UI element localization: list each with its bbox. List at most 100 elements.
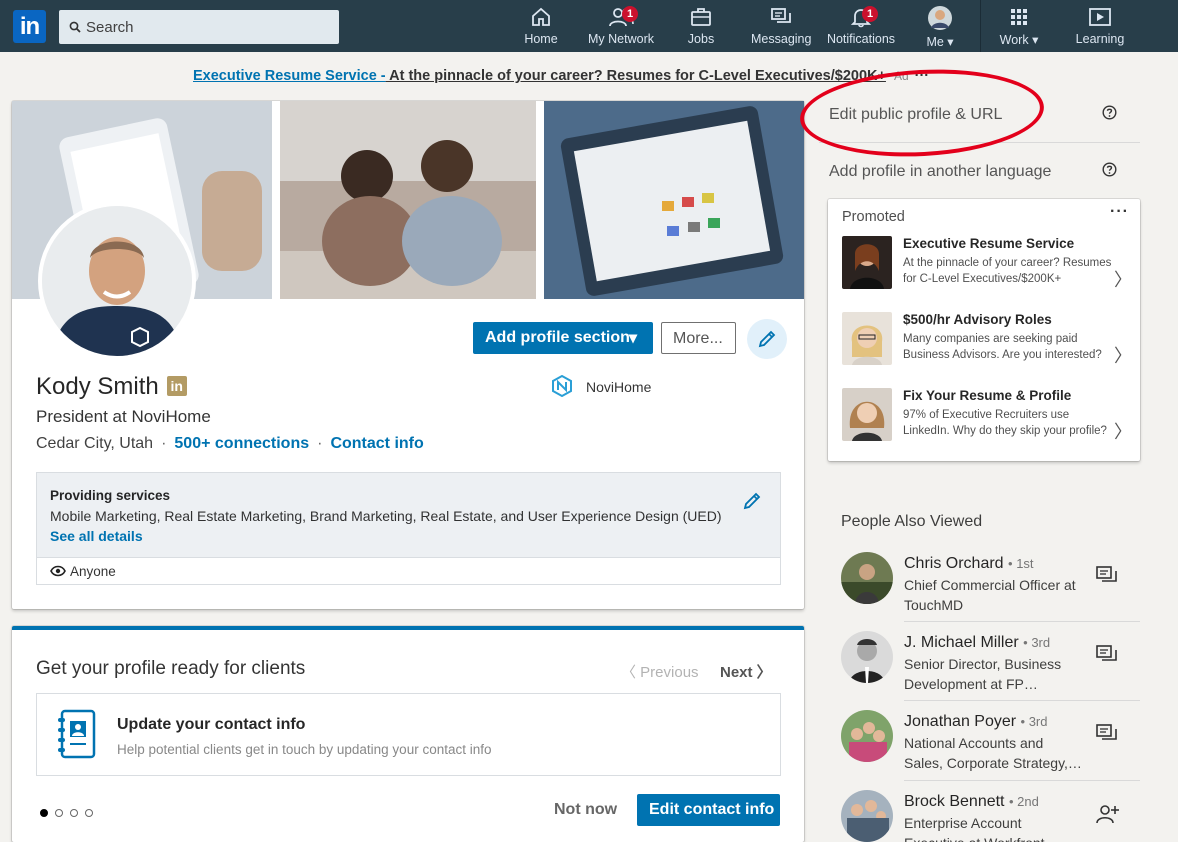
pencil-icon (758, 330, 776, 348)
linkedin-logo-icon[interactable]: in (13, 10, 46, 43)
profile-photo (42, 206, 192, 356)
clients-card: Get your profile ready for clients 〈 Pre… (12, 626, 804, 842)
ad-text[interactable]: At the pinnacle of your career? Resumes … (386, 68, 886, 84)
chevron-right-icon: 〉 (1114, 346, 1132, 366)
ad-banner[interactable]: Executive Resume Service - At the pinnac… (193, 68, 929, 84)
nav-me[interactable]: Me ▾ (920, 6, 960, 52)
person-divider (904, 700, 1140, 701)
message-icon[interactable] (1096, 645, 1118, 665)
task-description: Help potential clients get in touch by u… (117, 742, 492, 757)
carousel-dots (40, 804, 100, 822)
person-avatar (841, 552, 893, 604)
carousel-dot-4[interactable] (85, 809, 93, 817)
next-label: Next (720, 664, 753, 681)
nav-home[interactable]: Home (520, 6, 562, 52)
connect-icon[interactable] (1096, 804, 1120, 824)
help-icon[interactable] (1102, 105, 1117, 120)
add-profile-section-button[interactable]: Add profile section ▾ (473, 322, 653, 354)
services-list: Mobile Marketing, Real Estate Marketing,… (50, 508, 722, 524)
search-box[interactable]: Search (59, 10, 339, 44)
edit-intro-button[interactable] (747, 319, 787, 359)
chevron-right-icon: 〉 (1114, 270, 1132, 290)
person-headline: National Accounts and Sales, Corporate S… (904, 735, 1082, 771)
carousel-dot-2[interactable] (55, 809, 63, 817)
edit-contact-info-button[interactable]: Edit contact info (637, 794, 780, 826)
nav-work[interactable]: Work ▾ (994, 6, 1044, 52)
person-card[interactable]: Chris Orchard • 1st Chief Commercial Off… (841, 552, 1141, 630)
address-book-icon (58, 709, 96, 759)
messaging-icon (771, 8, 791, 23)
promoted-item[interactable]: Fix Your Resume & Profile 97% of Executi… (842, 388, 1132, 458)
person-name[interactable]: Chris Orchard • 1st (904, 555, 1034, 573)
person-degree: • 2nd (1008, 794, 1039, 809)
person-avatar (841, 631, 893, 683)
novihome-logo-icon (552, 374, 572, 398)
promoted-item-image (842, 236, 892, 289)
promoted-item[interactable]: Executive Resume Service At the pinnacle… (842, 236, 1132, 306)
contact-info-task[interactable]: Update your contact info Help potential … (36, 693, 781, 776)
person-card[interactable]: Brock Bennett • 2nd Enterprise Account E… (841, 790, 1141, 842)
carousel-dot-1[interactable] (40, 809, 48, 817)
person-headline: Chief Commercial Officer at TouchMD (904, 577, 1076, 613)
home-icon (532, 7, 550, 26)
nav-learning[interactable]: Learning (1074, 6, 1126, 52)
promoted-item-image (842, 388, 892, 441)
nav-jobs-label: Jobs (687, 32, 715, 46)
profile-headline: President at NoviHome (36, 407, 211, 426)
nav-jobs[interactable]: Jobs (684, 6, 718, 52)
person-name-text: Jonathan Poyer (904, 713, 1017, 730)
promoted-item-desc: At the pinnacle of your career? Resumes … (903, 257, 1112, 285)
add-profile-language-link[interactable]: Add profile in another language (829, 163, 1051, 181)
person-card[interactable]: J. Michael Miller • 3rd Senior Director,… (841, 631, 1141, 709)
nav-my-network[interactable]: 1 My Network (586, 6, 656, 52)
person-avatar (841, 710, 893, 762)
promoted-title: Promoted (842, 209, 905, 225)
profile-avatar[interactable] (38, 202, 196, 360)
more-button[interactable]: More... (661, 322, 736, 354)
help-icon[interactable] (1102, 162, 1117, 177)
person-divider (904, 621, 1140, 622)
carousel-dot-3[interactable] (70, 809, 78, 817)
nav-notifications-label: Notifications (826, 32, 896, 46)
promoted-item-image (842, 312, 892, 365)
promoted-item-title: Fix Your Resume & Profile (903, 388, 1072, 403)
nav-home-label: Home (524, 32, 558, 46)
nav-messaging[interactable]: Messaging (751, 6, 811, 52)
services-visibility[interactable]: Anyone (36, 557, 781, 585)
promoted-item-desc: 97% of Executive Recruiters use LinkedIn… (903, 409, 1107, 437)
connections-link[interactable]: 500+ connections (174, 435, 309, 452)
see-all-details-link[interactable]: See all details (50, 528, 143, 544)
ad-link[interactable]: Executive Resume Service - (193, 68, 386, 84)
company-name: NoviHome (586, 379, 652, 395)
person-name[interactable]: Jonathan Poyer • 3rd (904, 713, 1048, 731)
top-nav: in Search Home 1 My Network Jobs Messagi… (0, 0, 1178, 52)
message-icon[interactable] (1096, 724, 1118, 744)
person-name[interactable]: Brock Bennett • 2nd (904, 793, 1039, 811)
promoted-more-icon[interactable]: ··· (1110, 203, 1129, 221)
profile-card: Add profile section ▾ More... Kody Smith… (12, 101, 804, 609)
contact-info-link[interactable]: Contact info (330, 435, 423, 452)
promoted-item[interactable]: $500/hr Advisory Roles Many companies ar… (842, 312, 1132, 382)
search-icon (69, 21, 81, 33)
me-avatar-icon (928, 6, 952, 30)
person-headline: Enterprise Account Executive at Workfron… (904, 815, 1045, 842)
pencil-icon[interactable] (742, 491, 762, 511)
person-headline: Senior Director, Business Development at… (904, 656, 1062, 692)
not-now-button[interactable]: Not now (554, 801, 617, 819)
person-card[interactable]: Jonathan Poyer • 3rd National Accounts a… (841, 710, 1141, 788)
next-button[interactable]: Next 〉 (720, 661, 772, 682)
person-name-text: J. Michael Miller (904, 634, 1019, 651)
network-badge: 1 (622, 6, 638, 22)
chevron-down-icon: ▾ (629, 330, 638, 347)
premium-in-badge-icon: in (166, 376, 187, 396)
person-name[interactable]: J. Michael Miller • 3rd (904, 634, 1050, 652)
current-company[interactable]: NoviHome (552, 374, 652, 398)
nav-messaging-label: Messaging (751, 32, 812, 46)
search-input[interactable]: Search (86, 19, 134, 36)
promoted-item-title: Executive Resume Service (903, 236, 1075, 251)
nav-notifications[interactable]: 1 Notifications (826, 6, 896, 52)
message-icon[interactable] (1096, 566, 1118, 586)
previous-button[interactable]: 〈 Previous (621, 661, 699, 682)
promoted-item-title: $500/hr Advisory Roles (903, 312, 1052, 327)
person-divider (904, 780, 1140, 781)
